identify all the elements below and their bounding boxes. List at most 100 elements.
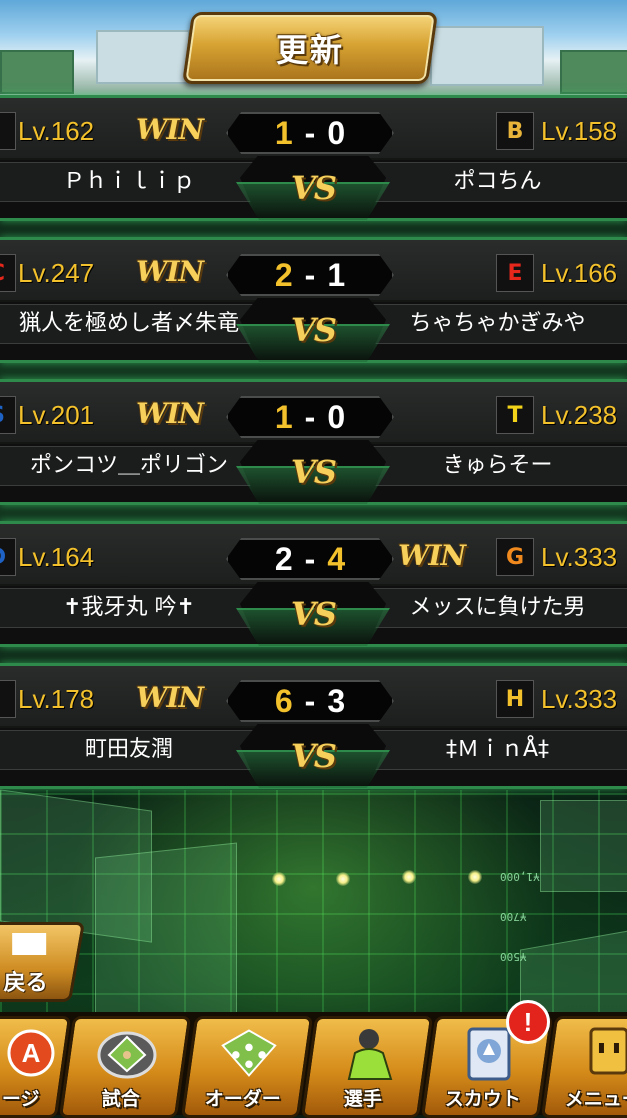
vs-label: VS xyxy=(291,169,337,207)
red-c-team-icon: C xyxy=(0,254,16,292)
vs-label: VS xyxy=(291,453,337,491)
right-player-name: ちゃちゃかぎみや xyxy=(409,311,586,336)
match-row[interactable]: DLv.1642-4WINGLv.333✝我牙丸 吟✝メッスに負けた男VS xyxy=(0,521,627,647)
order-field-icon xyxy=(219,1025,279,1081)
left-score: 2 xyxy=(274,256,293,293)
stadium-stand xyxy=(0,50,74,94)
left-win-badge: WIN xyxy=(136,397,204,430)
left-player-level: Lv.162 xyxy=(18,116,95,146)
notification-badge: ! xyxy=(506,1000,550,1044)
blue-team-icon: S xyxy=(0,396,16,434)
stadium-stand xyxy=(96,30,190,84)
field-price-text: ¥1,000 xyxy=(500,870,540,883)
right-player-level: Lv.333 xyxy=(541,684,618,714)
right-score: 3 xyxy=(327,682,346,719)
hologram-panel xyxy=(95,842,237,1040)
left-player-name: ポンコツ＿ポリゴン xyxy=(29,453,228,478)
field-light xyxy=(402,870,416,884)
hawks-team-icon: H xyxy=(496,680,534,718)
eagles-team-icon: E xyxy=(496,254,534,292)
right-player-name: きゅらそー xyxy=(442,453,553,478)
match-row[interactable]: Lv.178 WIN 6-3 H Lv.333 町田友潤 ‡ＭｉｎÅ‡ VS xyxy=(0,663,627,789)
match-row[interactable]: Lv.162 WIN 1-0 B Lv.158 Ｐｈｉｌｉｐ ポコちん VS xyxy=(0,95,627,221)
score-box: 1-0 xyxy=(226,112,394,154)
right-score: 4 xyxy=(327,540,346,577)
match-row[interactable]: SLv.201 WIN 1-0 TLv.238 ポンコツ＿ポリゴン きゅらそー VS xyxy=(0,379,627,505)
field-light xyxy=(468,870,482,884)
left-score: 2 xyxy=(274,540,293,577)
orange-team-icon xyxy=(0,680,16,718)
stadium-stand xyxy=(560,50,627,94)
nav-home-label: ージ xyxy=(1,1088,40,1110)
field-price-text: ¥700 xyxy=(500,910,527,923)
right-player-level: Lv.158 xyxy=(541,116,618,146)
right-score: 1 xyxy=(327,256,346,293)
left-score: 1 xyxy=(274,114,293,151)
field-price-text: ¥500 xyxy=(500,950,527,963)
left-player-name: Ｐｈｉｌｉｐ xyxy=(62,169,195,194)
left-player-level: Lv.247 xyxy=(18,258,95,288)
nav-order-label: オーダー xyxy=(204,1088,281,1110)
player-icon xyxy=(339,1025,399,1081)
nav-player-label: 選手 xyxy=(343,1088,382,1110)
nav-scout-label: スカウト xyxy=(444,1088,521,1110)
score-dash: - xyxy=(304,256,316,293)
left-player-level: Lv.201 xyxy=(18,400,95,430)
score-box: 2-1 xyxy=(226,254,394,296)
back-button[interactable]: 戻る xyxy=(0,922,86,1002)
right-win-badge: WIN xyxy=(398,539,466,572)
left-win-badge: WIN xyxy=(136,681,204,714)
nav-order-button[interactable]: オーダー xyxy=(180,1016,314,1118)
left-win-badge: WIN xyxy=(136,255,204,288)
orange-team-icon xyxy=(0,112,16,150)
score-dash: - xyxy=(304,114,316,151)
left-score: 6 xyxy=(274,682,293,719)
left-player-name: ✝我牙丸 吟✝ xyxy=(63,595,195,620)
nav-player-button[interactable]: 選手 xyxy=(300,1016,434,1118)
match-row[interactable]: CLv.247 WIN 2-1 ELv.166 猟人を極めし者〆朱竜 ちゃちゃかぎみや VS xyxy=(0,237,627,363)
left-player-level: Lv.164 xyxy=(18,542,95,572)
score-box: 6-3 xyxy=(226,680,394,722)
right-player-level: Lv.166 xyxy=(541,258,618,288)
nav-menu-button[interactable]: メニュー xyxy=(540,1016,627,1118)
update-button-label: 更新 xyxy=(275,31,344,69)
home-icon: A xyxy=(1,1025,61,1081)
svg-text:A: A xyxy=(22,1038,41,1068)
back-button-label: 戻る xyxy=(3,971,48,996)
left-player-name: 町田友潤 xyxy=(84,737,173,762)
score-box: 1-0 xyxy=(226,396,394,438)
menu-character-icon xyxy=(579,1025,627,1081)
hologram-panel xyxy=(540,800,627,892)
score-dash: - xyxy=(304,398,316,435)
baseball-field-icon xyxy=(97,1025,157,1081)
right-player-name: メッスに負けた男 xyxy=(409,595,586,620)
b-team-icon: B xyxy=(496,112,534,150)
left-win-badge: WIN xyxy=(136,113,204,146)
field-light xyxy=(336,872,350,886)
giants-team-icon: G xyxy=(496,538,534,576)
right-player-level: Lv.238 xyxy=(541,400,618,430)
right-player-name: ‡ＭｉｎÅ‡ xyxy=(445,737,550,762)
blue-d-team-icon: D xyxy=(0,538,16,576)
field-light xyxy=(272,872,286,886)
right-score: 0 xyxy=(327,398,346,435)
left-score: 1 xyxy=(274,398,293,435)
right-player-name: ポコちん xyxy=(453,169,542,194)
vs-label: VS xyxy=(291,595,337,633)
stadium-stand xyxy=(430,26,544,86)
score-dash: - xyxy=(304,540,316,577)
score-dash: - xyxy=(304,682,316,719)
back-arrow-icon xyxy=(12,933,47,955)
left-player-level: Lv.178 xyxy=(18,684,95,714)
update-button[interactable]: 更新 xyxy=(181,12,439,84)
right-player-level: Lv.333 xyxy=(541,542,618,572)
nav-match-button[interactable]: 試合 xyxy=(58,1016,192,1118)
nav-menu-label: メニュー xyxy=(564,1088,627,1110)
vs-label: VS xyxy=(291,311,337,349)
tigers-team-icon: T xyxy=(496,396,534,434)
left-player-name: 猟人を極めし者〆朱竜 xyxy=(18,311,239,336)
score-box: 2-4 xyxy=(226,538,394,580)
nav-match-label: 試合 xyxy=(101,1088,140,1110)
right-score: 0 xyxy=(327,114,346,151)
vs-label: VS xyxy=(291,737,337,775)
